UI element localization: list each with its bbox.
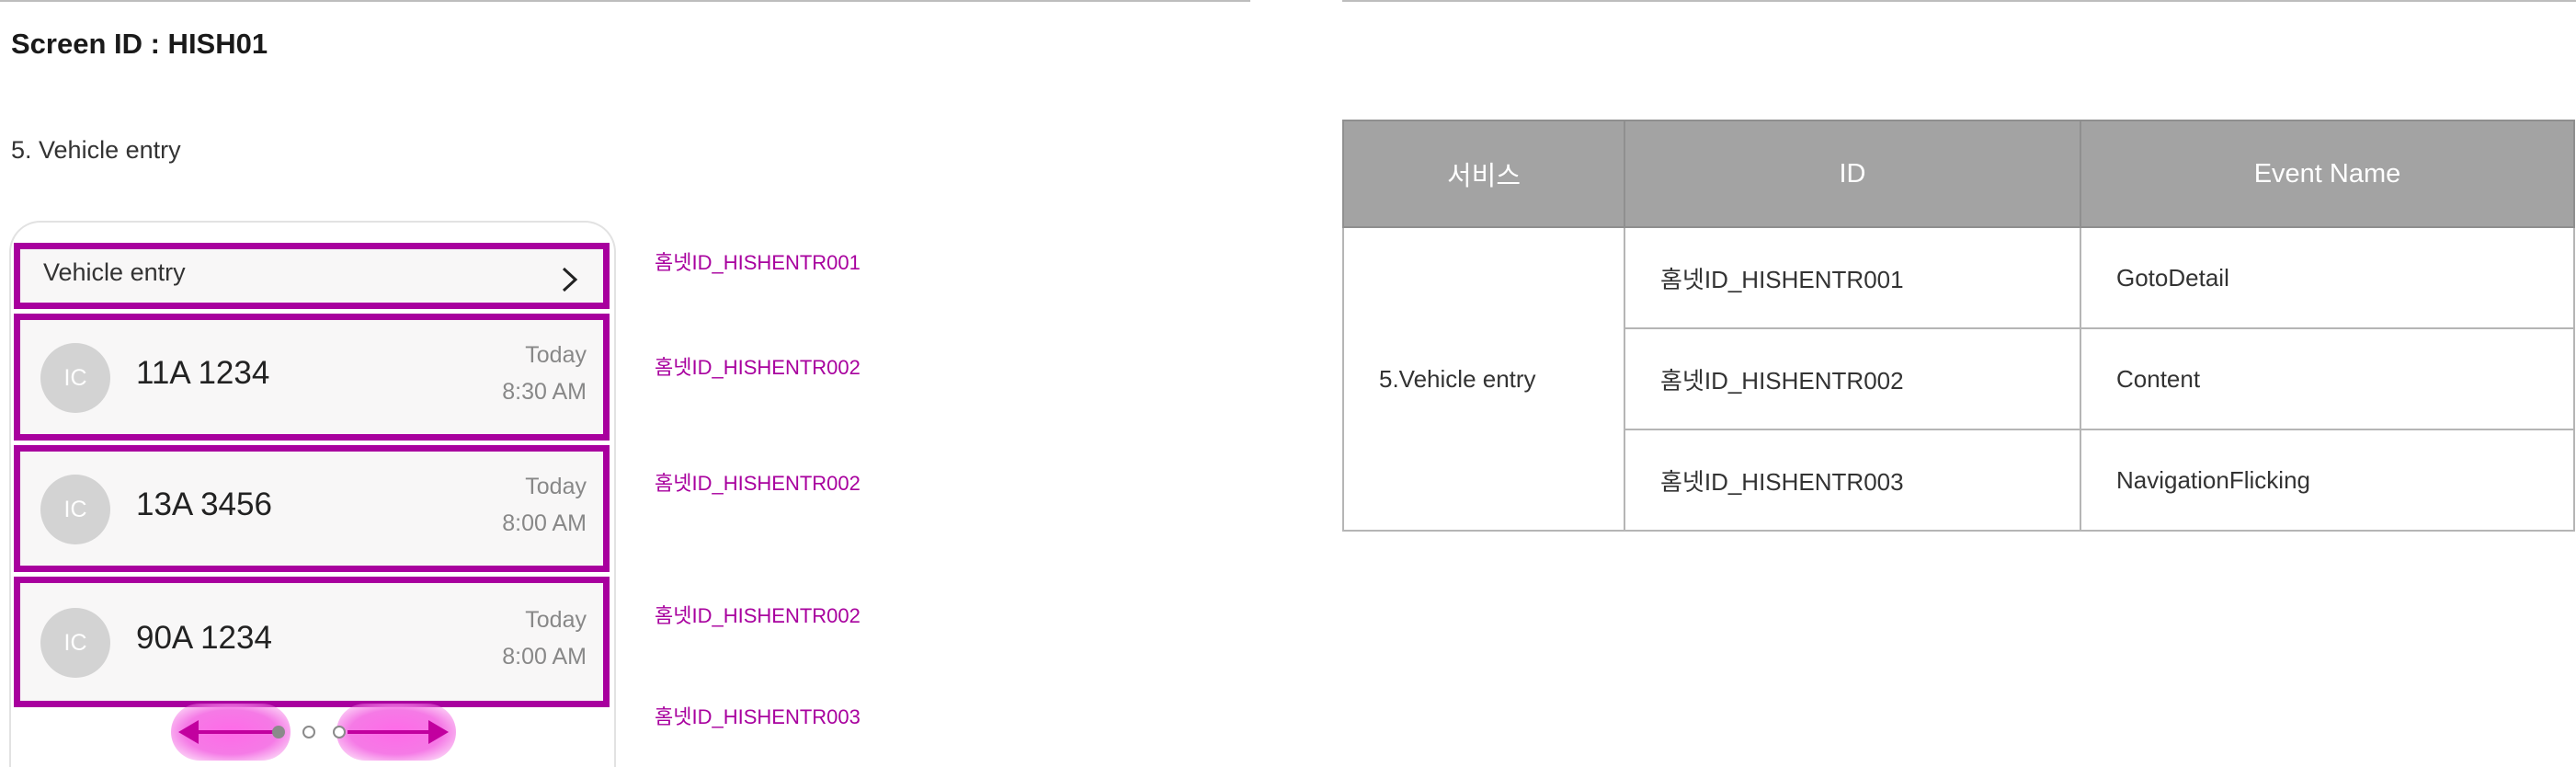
event-table: 서비스 ID Event Name 5.Vehicle entry 홈넷ID_H… xyxy=(1342,120,2575,532)
page-dot-active[interactable] xyxy=(272,726,285,738)
event-tag: 홈넷ID_HISHENTR002 xyxy=(655,356,861,379)
screen-id: Screen ID : HISH01 xyxy=(11,28,268,60)
avatar: IC xyxy=(40,475,110,544)
vehicle-entry-header[interactable]: Vehicle entry xyxy=(14,243,610,309)
entry-day: Today xyxy=(525,342,587,368)
id-cell: 홈넷ID_HISHENTR001 xyxy=(1624,226,2081,329)
event-tag: 홈넷ID_HISHENTR002 xyxy=(655,472,861,495)
service-cell: 5.Vehicle entry xyxy=(1342,226,1625,532)
vehicle-row[interactable]: IC 11A 1234 Today 8:30 AM xyxy=(14,314,610,441)
avatar: IC xyxy=(40,608,110,678)
plate-number: 13A 3456 xyxy=(136,487,272,522)
section-title: 5. Vehicle entry xyxy=(11,136,181,164)
top-rule-right xyxy=(1342,0,2576,2)
event-tag: 홈넷ID_HISHENTR003 xyxy=(655,705,861,728)
swipe-right-arrow-icon xyxy=(348,720,449,744)
page-dot[interactable] xyxy=(302,726,315,738)
chevron-right-icon[interactable] xyxy=(555,266,583,293)
page-dot[interactable] xyxy=(333,726,346,738)
entry-time: 8:00 AM xyxy=(502,510,587,536)
page-indicator[interactable] xyxy=(171,704,456,761)
card-title: Vehicle entry xyxy=(43,258,186,286)
vehicle-row[interactable]: IC 13A 3456 Today 8:00 AM xyxy=(14,445,610,572)
swipe-left-arrow-icon xyxy=(178,720,279,744)
event-tag: 홈넷ID_HISHENTR001 xyxy=(655,251,861,274)
plate-number: 90A 1234 xyxy=(136,620,272,656)
event-cell: GotoDetail xyxy=(2080,226,2575,329)
avatar: IC xyxy=(40,343,110,413)
entry-time: 8:00 AM xyxy=(502,644,587,670)
plate-number: 11A 1234 xyxy=(136,355,270,391)
header-service: 서비스 xyxy=(1342,120,1625,228)
top-rule-left xyxy=(0,0,1250,2)
header-event-name: Event Name xyxy=(2080,120,2575,228)
event-tag: 홈넷ID_HISHENTR002 xyxy=(655,604,861,627)
entry-day: Today xyxy=(525,474,587,499)
id-cell: 홈넷ID_HISHENTR002 xyxy=(1624,327,2081,430)
entry-time: 8:30 AM xyxy=(502,379,587,405)
header-id: ID xyxy=(1624,120,2081,228)
event-cell: Content xyxy=(2080,327,2575,430)
vehicle-row[interactable]: IC 90A 1234 Today 8:00 AM xyxy=(14,577,610,707)
entry-day: Today xyxy=(525,607,587,633)
id-cell: 홈넷ID_HISHENTR003 xyxy=(1624,429,2081,532)
event-cell: NavigationFlicking xyxy=(2080,429,2575,532)
table-row: 5.Vehicle entry 홈넷ID_HISHENTR001 GotoDet… xyxy=(1342,226,2575,532)
